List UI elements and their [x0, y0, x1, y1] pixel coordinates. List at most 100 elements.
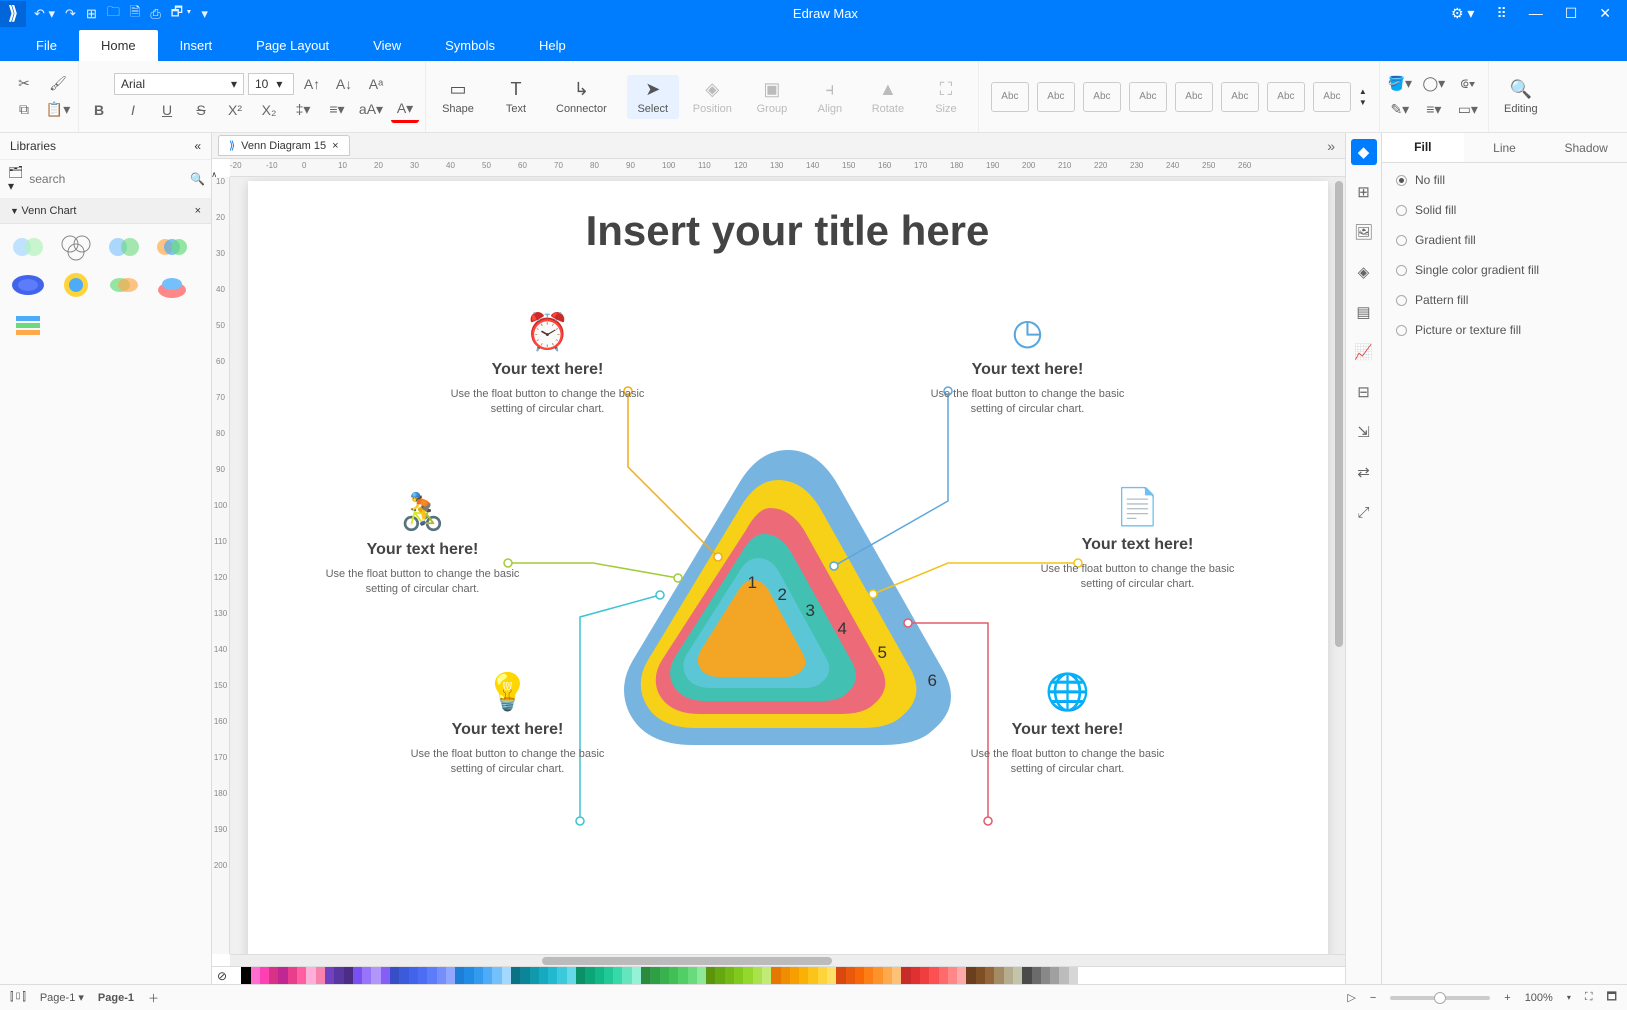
- color-swatch[interactable]: [706, 967, 715, 984]
- color-swatch[interactable]: [557, 967, 566, 984]
- color-swatch[interactable]: [966, 967, 975, 984]
- color-swatch[interactable]: [1050, 967, 1059, 984]
- fullscreen-tool-icon[interactable]: ⤢: [1351, 499, 1377, 525]
- underline-icon[interactable]: U: [153, 97, 181, 123]
- radio-single-gradient-fill[interactable]: Single color gradient fill: [1396, 263, 1613, 277]
- fullscreen-icon[interactable]: 🗖: [1607, 988, 1617, 1007]
- color-swatch[interactable]: [808, 967, 817, 984]
- color-swatch[interactable]: [799, 967, 808, 984]
- color-swatch[interactable]: [725, 967, 734, 984]
- color-swatch[interactable]: [873, 967, 882, 984]
- apps-grid-icon[interactable]: ⠿: [1496, 5, 1506, 22]
- quick-style-6[interactable]: Abc: [1221, 82, 1259, 112]
- new-icon[interactable]: ⊞: [86, 6, 97, 22]
- color-swatch[interactable]: [985, 967, 994, 984]
- color-swatch[interactable]: [892, 967, 901, 984]
- text-case-icon[interactable]: aA▾: [357, 97, 385, 123]
- color-swatch[interactable]: [316, 967, 325, 984]
- color-swatch[interactable]: [511, 967, 520, 984]
- color-swatch[interactable]: [939, 967, 948, 984]
- close-tab-icon[interactable]: ×: [332, 140, 338, 152]
- connector-button[interactable]: ↳Connector: [548, 75, 615, 119]
- color-swatch[interactable]: [232, 967, 241, 984]
- color-swatch[interactable]: [920, 967, 929, 984]
- tab-insert[interactable]: Insert: [158, 30, 235, 61]
- zoom-out-icon[interactable]: −: [1370, 992, 1376, 1004]
- color-swatch[interactable]: [325, 967, 334, 984]
- group-button[interactable]: ▣Group: [746, 75, 798, 119]
- chart-tool-icon[interactable]: 📈: [1351, 339, 1377, 365]
- page-title[interactable]: Insert your title here: [248, 181, 1328, 255]
- color-swatch[interactable]: [334, 967, 343, 984]
- radio-no-fill[interactable]: No fill: [1396, 173, 1613, 187]
- fill-tool-icon[interactable]: ◆: [1351, 139, 1377, 165]
- color-swatch[interactable]: [288, 967, 297, 984]
- zoom-in-icon[interactable]: +: [1504, 992, 1510, 1004]
- text-button[interactable]: TText: [490, 75, 542, 119]
- tab-help[interactable]: Help: [517, 30, 588, 61]
- image-tool-icon[interactable]: 🖼: [1351, 219, 1377, 245]
- color-swatch[interactable]: [437, 967, 446, 984]
- position-button[interactable]: ◈Position: [685, 75, 740, 119]
- color-swatch[interactable]: [948, 967, 957, 984]
- qat-more-icon[interactable]: ▾: [201, 6, 208, 22]
- color-swatch[interactable]: [1013, 967, 1022, 984]
- library-category-label[interactable]: Venn Chart: [21, 205, 76, 217]
- panel-tab-shadow[interactable]: Shadow: [1545, 133, 1627, 162]
- color-swatch[interactable]: [688, 967, 697, 984]
- close-icon[interactable]: ✕: [1599, 5, 1611, 22]
- quick-style-3[interactable]: Abc: [1083, 82, 1121, 112]
- color-swatch[interactable]: [390, 967, 399, 984]
- color-swatch[interactable]: [901, 967, 910, 984]
- color-swatch[interactable]: [957, 967, 966, 984]
- quick-style-1[interactable]: Abc: [991, 82, 1029, 112]
- color-swatch[interactable]: [1059, 967, 1068, 984]
- color-swatch[interactable]: [660, 967, 669, 984]
- color-swatch[interactable]: [381, 967, 390, 984]
- editing-button[interactable]: 🔍Editing: [1495, 75, 1547, 119]
- callout-6[interactable]: 🌐 Your text here! Use the float button t…: [968, 671, 1168, 778]
- panel-tab-line[interactable]: Line: [1464, 133, 1546, 162]
- color-swatch[interactable]: [1032, 967, 1041, 984]
- color-swatch[interactable]: [753, 967, 762, 984]
- color-swatch[interactable]: [1022, 967, 1031, 984]
- color-swatch[interactable]: [743, 967, 752, 984]
- color-swatch[interactable]: [762, 967, 771, 984]
- quick-style-7[interactable]: Abc: [1267, 82, 1305, 112]
- color-swatch[interactable]: [483, 967, 492, 984]
- venn-shape-7[interactable]: [102, 268, 146, 302]
- size-button[interactable]: ⛶Size: [920, 75, 972, 119]
- color-swatch[interactable]: [502, 967, 511, 984]
- line-color-icon[interactable]: ✎▾: [1386, 97, 1414, 123]
- panel-tab-fill[interactable]: Fill: [1382, 133, 1464, 162]
- color-swatch[interactable]: [464, 967, 473, 984]
- decrease-font-icon[interactable]: A↓: [330, 71, 358, 97]
- color-swatch[interactable]: [678, 967, 687, 984]
- color-swatch[interactable]: [446, 967, 455, 984]
- vertical-scrollbar[interactable]: [1333, 177, 1345, 954]
- color-swatch[interactable]: [976, 967, 985, 984]
- font-family-select[interactable]: Arial▾: [114, 73, 244, 95]
- line-spacing-icon[interactable]: ‡▾: [289, 97, 317, 123]
- close-category-icon[interactable]: ×: [195, 205, 201, 217]
- zoom-slider[interactable]: [1390, 996, 1490, 1000]
- format-painter-icon[interactable]: 🖌: [44, 71, 72, 97]
- color-swatch[interactable]: [994, 967, 1003, 984]
- venn-shape-1[interactable]: [6, 230, 50, 264]
- table-tool-icon[interactable]: ⊟: [1351, 379, 1377, 405]
- crop-icon[interactable]: ⟃▾: [1454, 71, 1482, 97]
- styles-up-icon[interactable]: ▲: [1359, 87, 1367, 96]
- quick-style-2[interactable]: Abc: [1037, 82, 1075, 112]
- color-swatch[interactable]: [269, 967, 278, 984]
- increase-font-icon[interactable]: A↑: [298, 71, 326, 97]
- color-swatch[interactable]: [632, 967, 641, 984]
- color-swatch[interactable]: [669, 967, 678, 984]
- callout-3[interactable]: 💡 Your text here! Use the float button t…: [408, 671, 608, 778]
- align-button[interactable]: ⫞Align: [804, 75, 856, 119]
- strike-icon[interactable]: S: [187, 97, 215, 123]
- page-nav-icon[interactable]: ⫿▯⫿: [10, 991, 26, 1004]
- color-swatch[interactable]: [409, 967, 418, 984]
- color-swatch[interactable]: [371, 967, 380, 984]
- color-swatch[interactable]: [715, 967, 724, 984]
- color-swatch[interactable]: [241, 967, 250, 984]
